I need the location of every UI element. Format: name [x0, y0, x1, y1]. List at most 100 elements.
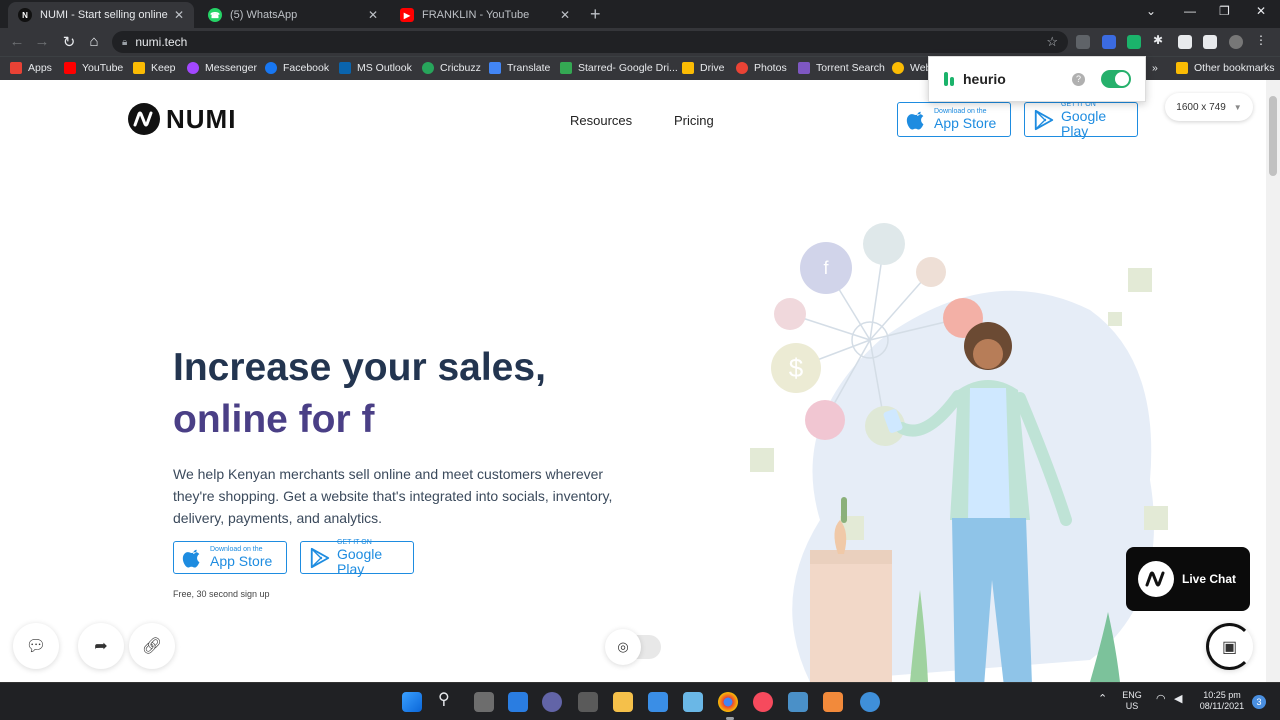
forward-icon[interactable]: →	[33, 33, 51, 50]
bookmark-drive[interactable]: Drive	[682, 62, 725, 74]
whatsapp-favicon-icon: ☎	[208, 8, 222, 22]
comments-button[interactable]: 💬︎	[13, 623, 59, 669]
page-scrollbar[interactable]	[1266, 80, 1280, 682]
viewport-size-dropdown[interactable]: 1600 x 749 ▼	[1165, 93, 1253, 121]
avatar[interactable]	[1229, 35, 1243, 49]
tab-search-icon[interactable]: ⌄	[1146, 4, 1156, 18]
hero-description: We help Kenyan merchants sell online and…	[173, 466, 613, 526]
close-icon[interactable]: ✕	[368, 8, 378, 22]
share-button[interactable]: ➦	[78, 623, 124, 669]
volume-icon[interactable]: ◀︎	[1174, 694, 1182, 705]
viewport-size-label: 1600 x 749	[1176, 101, 1226, 113]
bookmarks-overflow-button[interactable]: »	[1152, 62, 1158, 74]
git-icon[interactable]	[823, 692, 843, 712]
tab-whatsapp[interactable]: ☎ (5) WhatsApp ✕	[198, 2, 388, 28]
heurio-enable-toggle[interactable]	[1101, 70, 1131, 88]
google-play-text: Google Play	[1061, 107, 1107, 139]
new-tab-button[interactable]: +	[590, 4, 601, 25]
back-icon[interactable]: ←	[8, 33, 26, 50]
keep-icon	[133, 62, 145, 74]
bookmark-keep[interactable]: Keep	[133, 62, 176, 74]
bookmark-outlook[interactable]: MS Outlook	[339, 62, 412, 74]
wifi-icon[interactable]: ◠	[1156, 694, 1166, 705]
nav-pricing[interactable]: Pricing	[674, 113, 714, 128]
store-icon[interactable]	[648, 692, 668, 712]
puzzle-icon[interactable]: ✱	[1153, 33, 1167, 47]
qbittorrent-icon[interactable]	[860, 692, 880, 712]
remote-desktop-icon[interactable]	[683, 692, 703, 712]
bookmark-web[interactable]: Web	[892, 62, 931, 74]
close-icon[interactable]: ✕	[560, 8, 570, 22]
hero-google-play-button[interactable]: GET IT ON Google Play	[300, 539, 414, 576]
hero-app-store-button[interactable]: Download on the App Store	[173, 541, 287, 574]
clock-date: 08/11/2021	[1199, 701, 1245, 711]
extension-icon[interactable]	[1076, 35, 1090, 49]
close-icon[interactable]: ✕	[174, 8, 184, 22]
clock[interactable]: 10:25 pm 08/11/2021	[1194, 690, 1250, 712]
heurio-extension-icon[interactable]	[1127, 35, 1141, 49]
tab-youtube[interactable]: ▶ FRANKLIN - YouTube ✕	[390, 2, 580, 28]
scrollbar-thumb[interactable]	[1269, 96, 1277, 176]
numi-logo-mark-icon	[128, 103, 160, 135]
bookmark-facebook[interactable]: Facebook	[265, 62, 329, 74]
google-play-button[interactable]: GET IT ON Google Play	[1024, 101, 1138, 139]
widgets-icon[interactable]	[508, 692, 528, 712]
teams-chat-icon[interactable]	[542, 692, 562, 712]
flask-icon[interactable]	[1178, 35, 1192, 49]
address-bar[interactable]: 🔒︎ numi.tech ☆	[112, 31, 1068, 53]
bookmark-photos[interactable]: Photos	[736, 62, 787, 74]
tab-numi[interactable]: N NUMI - Start selling online for fre ✕	[8, 2, 194, 28]
tray-overflow-icon[interactable]: ⌃	[1098, 694, 1107, 705]
svg-text:$: $	[789, 353, 804, 383]
bookmark-torrent-search[interactable]: Torrent Search	[798, 62, 885, 74]
bookmark-star-icon[interactable]: ☆	[1046, 34, 1058, 50]
bookmark-starred-drive[interactable]: Starred- Google Dri...	[560, 62, 678, 74]
tab-title: NUMI - Start selling online for fre	[40, 9, 168, 21]
minimize-icon[interactable]: —	[1184, 4, 1196, 18]
link-button[interactable]: 🔗︎	[129, 623, 175, 669]
hero-headline-typing: online for f	[173, 398, 375, 441]
live-chat-button[interactable]: Live Chat	[1126, 547, 1250, 611]
calculator-icon[interactable]	[578, 692, 598, 712]
outlook-icon	[339, 62, 351, 74]
file-explorer-icon[interactable]	[613, 692, 633, 712]
menu-icon[interactable]: ⋮	[1255, 33, 1269, 47]
lock-icon: 🔒︎	[122, 36, 128, 48]
bookmark-apps[interactable]: Apps	[10, 62, 52, 74]
messenger-icon	[187, 62, 199, 74]
search-icon[interactable]: ⚲	[438, 689, 458, 709]
bookmark-label: Facebook	[283, 62, 330, 74]
home-icon[interactable]: ⌂	[85, 33, 103, 50]
nav-resources[interactable]: Resources	[570, 113, 632, 128]
book-button[interactable]: ▣	[1206, 623, 1253, 670]
app-store-button[interactable]: Download on the App Store	[897, 102, 1011, 137]
web-icon	[892, 62, 904, 74]
music-icon[interactable]	[753, 692, 773, 712]
restore-icon[interactable]: ❐	[1219, 4, 1230, 18]
signup-note: Free, 30 second sign up	[173, 589, 270, 599]
other-bookmarks[interactable]: Other bookmarks	[1176, 62, 1275, 74]
numi-logo[interactable]: NUMI	[128, 103, 236, 135]
app-store-text: App Store	[210, 553, 273, 569]
notification-badge[interactable]: 3	[1252, 695, 1266, 709]
task-view-icon[interactable]	[474, 692, 494, 712]
photos-app-icon[interactable]	[788, 692, 808, 712]
bookmark-translate[interactable]: Translate	[489, 62, 550, 74]
language-indicator[interactable]: ENG US	[1118, 690, 1146, 712]
bookmark-label: Translate	[507, 62, 551, 74]
bookmark-messenger[interactable]: Messenger	[187, 62, 257, 74]
play-store-icon	[310, 547, 330, 568]
live-chat-label: Live Chat	[1182, 572, 1237, 586]
help-icon[interactable]: ?	[1072, 72, 1085, 86]
windows-start-icon[interactable]	[402, 692, 422, 712]
bookmark-youtube[interactable]: YouTube	[64, 62, 123, 74]
bookmark-cricbuzz[interactable]: Cricbuzz	[422, 62, 481, 74]
chrome-icon[interactable]	[718, 692, 738, 712]
bookmark-label: Photos	[754, 62, 787, 74]
sidebar-icon[interactable]	[1203, 35, 1217, 49]
close-window-icon[interactable]: ✕	[1256, 4, 1266, 18]
reload-icon[interactable]: ↻	[60, 33, 78, 51]
bookmark-label: Other bookmarks	[1194, 62, 1275, 74]
bitwarden-icon[interactable]	[1102, 35, 1116, 49]
review-mode-toggle[interactable]: ◎	[605, 629, 661, 665]
